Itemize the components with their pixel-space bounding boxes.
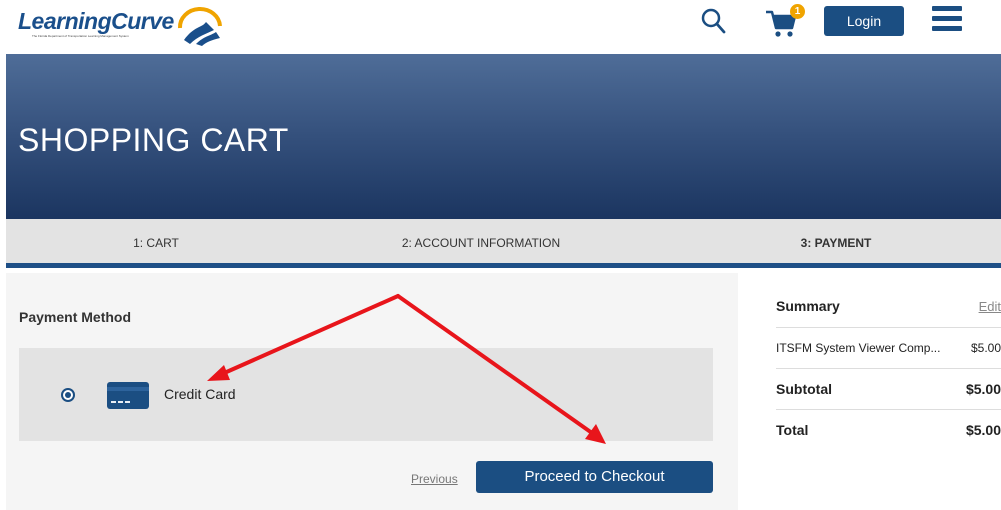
total-label: Total (776, 422, 809, 438)
edit-link[interactable]: Edit (979, 299, 1001, 314)
top-header: LearningCurve The Florida Department of … (0, 0, 1001, 54)
learningcurve-logo[interactable]: LearningCurve The Florida Department of … (18, 6, 228, 48)
summary-total-row: Total $5.00 (776, 410, 1001, 451)
page-title: SHOPPING CART (18, 122, 289, 158)
credit-card-icon (107, 382, 149, 409)
payment-panel: Payment Method Credit Card Previous Proc… (6, 273, 738, 510)
logo-tagline: The Florida Department of Transportation… (32, 34, 129, 38)
payment-method-heading: Payment Method (19, 309, 132, 325)
step-payment: 3: PAYMENT (800, 236, 872, 250)
summary-item-row: ITSFM System Viewer Comp... $5.00 (776, 328, 1001, 369)
menu-bar (932, 16, 962, 21)
previous-link[interactable]: Previous (411, 472, 458, 486)
page-banner: SHOPPING CART (6, 54, 1001, 219)
cart-count-badge: 1 (790, 4, 805, 19)
search-button[interactable] (700, 6, 726, 36)
step-account-information: 2: ACCOUNT INFORMATION (401, 236, 561, 250)
order-summary: Summary Edit ITSFM System Viewer Comp...… (776, 290, 1001, 451)
search-icon (701, 8, 726, 34)
hamburger-menu-button[interactable] (932, 6, 962, 32)
credit-card-label: Credit Card (164, 386, 236, 402)
proceed-to-checkout-button[interactable]: Proceed to Checkout (476, 461, 713, 493)
summary-title: Summary (776, 298, 840, 314)
total-value: $5.00 (965, 422, 1001, 438)
cart-button[interactable]: 1 (764, 4, 805, 40)
login-button[interactable]: Login (824, 6, 904, 36)
summary-item-name: ITSFM System Viewer Comp... (776, 341, 941, 355)
logo-swoosh-icon (177, 6, 222, 46)
credit-card-radio[interactable] (61, 388, 75, 402)
summary-item-price: $5.00 (970, 341, 1001, 355)
subtotal-label: Subtotal (776, 381, 832, 397)
checkout-steps: 1: CART 2: ACCOUNT INFORMATION 3: PAYMEN… (6, 219, 1001, 268)
logo-text: LearningCurve (18, 8, 174, 34)
summary-header-row: Summary Edit (776, 290, 1001, 328)
menu-bar (932, 26, 962, 31)
menu-bar (932, 6, 962, 11)
step-cart: 1: CART (133, 236, 179, 250)
payment-option-credit-card[interactable]: Credit Card (19, 348, 713, 441)
subtotal-value: $5.00 (965, 381, 1001, 397)
summary-subtotal-row: Subtotal $5.00 (776, 369, 1001, 410)
